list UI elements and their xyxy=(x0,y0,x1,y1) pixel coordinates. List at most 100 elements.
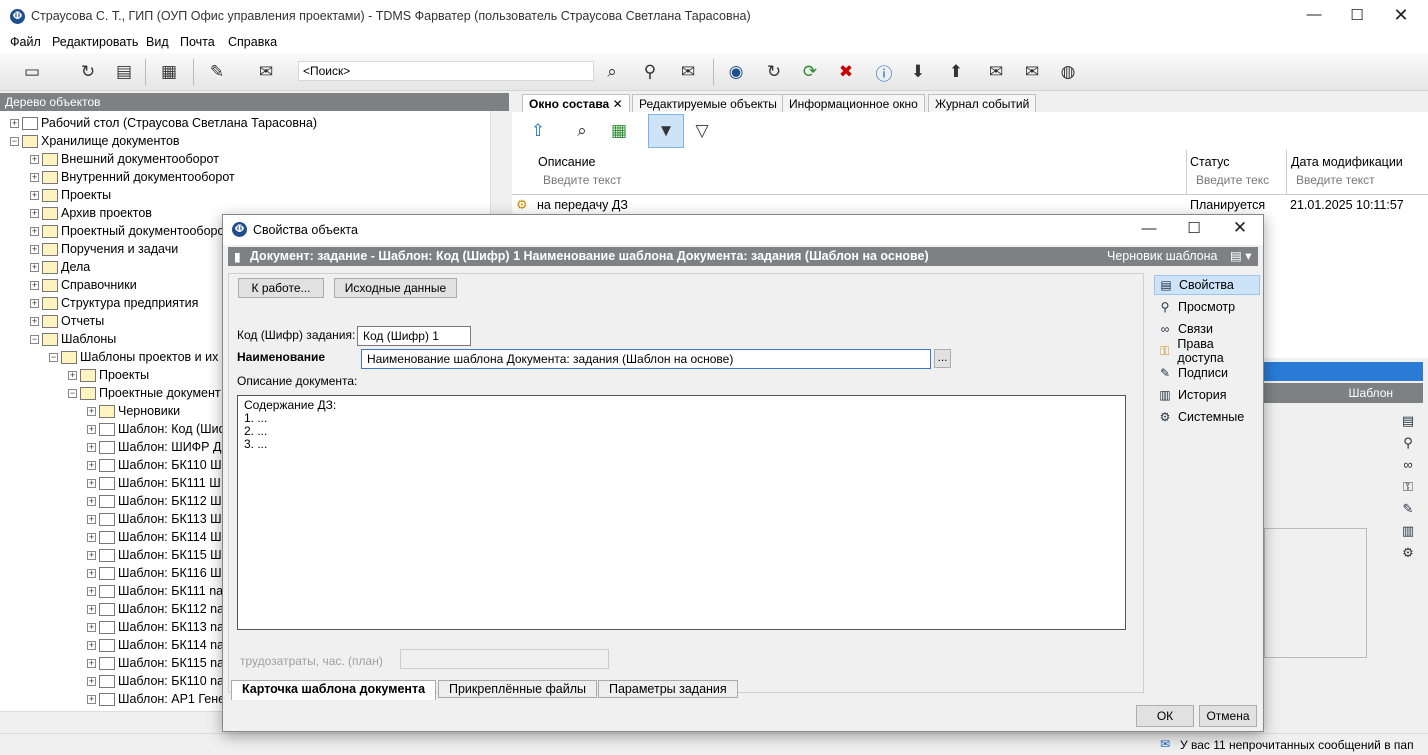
find-in-tree-icon[interactable]: ⌕ xyxy=(570,120,594,142)
to-work-button[interactable]: К работе... xyxy=(238,278,324,298)
filter-status-input[interactable]: Введите текс xyxy=(1196,173,1269,191)
tree-item[interactable]: + Шаблон: Код (Шиф xyxy=(87,420,229,438)
tree-item[interactable]: + Шаблон: ШИФР Д xyxy=(87,438,221,456)
name-browse-button[interactable]: ... xyxy=(934,349,951,368)
tree-item[interactable]: + Шаблон: БК115 Ш xyxy=(87,546,222,564)
tree-item[interactable]: + Архив проектов xyxy=(30,204,152,222)
window-icon[interactable]: ▤ xyxy=(112,61,136,83)
side-properties[interactable]: ▤ Свойства xyxy=(1154,275,1260,295)
tree-item[interactable]: + Шаблон: БК110 na xyxy=(87,672,224,690)
cancel-button[interactable]: Отмена xyxy=(1199,705,1257,727)
edit-mail-icon[interactable]: ✎ xyxy=(205,61,229,83)
unread-messages-status[interactable]: У вас 11 непрочитанных сообщений в пап xyxy=(1180,738,1414,752)
description-textarea[interactable]: Содержание ДЗ: 1. ... 2. ... 3. ... xyxy=(237,395,1126,630)
filter-date-input[interactable]: Введите текст xyxy=(1296,173,1375,191)
new-object-icon[interactable]: ▭ xyxy=(20,61,44,83)
maximize-icon[interactable]: ☐ xyxy=(1337,6,1377,24)
tab-task-parameters[interactable]: Параметры задания xyxy=(598,680,738,698)
tree-item[interactable]: + Шаблон: БК115 na xyxy=(87,654,224,672)
tree-item[interactable]: + Шаблон: БК112 na xyxy=(87,600,224,618)
search-mail-icon[interactable]: ✉ xyxy=(676,61,700,83)
filter-description-input[interactable]: Введите текст xyxy=(543,173,622,191)
info-icon[interactable]: ⓘ xyxy=(872,61,896,84)
tab-template-card[interactable]: Карточка шаблона документа xyxy=(231,680,437,700)
dialog-close-icon[interactable]: ✕ xyxy=(1220,218,1260,238)
tab-info-window[interactable]: Информационное окно xyxy=(782,94,925,112)
tree-item[interactable]: + Шаблон: БК111 Ш xyxy=(87,474,221,492)
side-access-rights[interactable]: ⚿ Права доступа xyxy=(1154,337,1260,365)
tree-item[interactable]: − Проектные документ xyxy=(68,384,221,402)
system-icon[interactable]: ⚙ xyxy=(1398,542,1418,564)
side-signatures[interactable]: ✎ Подписи xyxy=(1154,363,1260,383)
side-preview[interactable]: ⚲ Просмотр xyxy=(1154,297,1260,317)
search-user-icon[interactable]: ⚲ xyxy=(638,61,662,83)
tree-item[interactable]: + Шаблон: БК110 Ш xyxy=(87,456,222,474)
tree-item[interactable]: + Шаблон: БК111 na xyxy=(87,582,223,600)
column-modified-date[interactable]: Дата модификации xyxy=(1291,155,1403,169)
menu-view[interactable]: Вид xyxy=(146,35,169,49)
up-arrow-icon[interactable]: ⇧ xyxy=(526,120,550,142)
history-icon[interactable]: ▥ xyxy=(1398,520,1418,542)
globe-icon[interactable]: ◍ xyxy=(1056,61,1080,83)
tree-item[interactable]: + Черновики xyxy=(87,402,180,420)
send-icon[interactable]: ✉ xyxy=(254,61,278,83)
side-system[interactable]: ⚙ Системные xyxy=(1154,407,1260,427)
menu-file[interactable]: Файл xyxy=(10,35,41,49)
column-description[interactable]: Описание xyxy=(538,155,596,169)
message-icon[interactable]: ✉ xyxy=(984,61,1008,83)
preview-icon[interactable]: ⚲ xyxy=(1398,432,1418,454)
close-icon[interactable]: ✕ xyxy=(1381,5,1421,26)
code-field[interactable]: Код (Шифр) 1 xyxy=(357,326,471,346)
tree-item[interactable]: + Отчеты xyxy=(30,312,104,330)
tree-item[interactable]: + Проекты xyxy=(68,366,149,384)
tree-item[interactable]: + Шаблон: БК114 na xyxy=(87,636,224,654)
properties-icon[interactable]: ▦ xyxy=(157,61,181,83)
tab-attached-files[interactable]: Прикреплённые файлы xyxy=(438,680,598,698)
tree-item[interactable]: + Внешний документооборот xyxy=(30,150,219,168)
menu-edit[interactable]: Редактировать xyxy=(52,35,138,49)
tree-item[interactable]: + Шаблон: БК112 Ш xyxy=(87,492,222,510)
checkin-icon[interactable]: ⬇ xyxy=(906,61,930,83)
tree-item[interactable]: + Структура предприятия xyxy=(30,294,198,312)
table-row[interactable]: ⚙ на передачу ДЗ Планируется 21.01.2025 … xyxy=(512,196,1428,214)
filter-icon[interactable]: ▼ xyxy=(648,114,684,148)
signatures-icon[interactable]: ✎ xyxy=(1398,498,1418,520)
tree-item[interactable]: + Шаблон: БК116 Ш xyxy=(87,564,222,582)
links-icon[interactable]: ∞ xyxy=(1398,454,1418,476)
properties-icon[interactable]: ▤ xyxy=(1398,410,1418,432)
tree-item[interactable]: + Внутренний документооборот xyxy=(30,168,235,186)
clear-filter-icon[interactable]: ▽ xyxy=(690,120,714,142)
state-menu-icon[interactable]: ▤ ▾ xyxy=(1230,248,1252,263)
reload-icon[interactable]: ↻ xyxy=(762,61,786,83)
tree-item[interactable]: + Рабочий стол (Страусова Светлана Тарасо… xyxy=(10,114,317,132)
app-home-icon[interactable]: ◉ xyxy=(724,61,748,83)
tree-item[interactable]: + Шаблон: АР1 Гене xyxy=(87,690,225,708)
access-rights-icon[interactable]: ⚿ xyxy=(1398,476,1418,498)
dialog-minimize-icon[interactable]: — xyxy=(1129,220,1169,237)
search-input[interactable]: <Поиск> xyxy=(298,61,594,81)
tree-item[interactable]: − Хранилище документов xyxy=(10,132,180,150)
labor-field[interactable] xyxy=(400,649,609,669)
cancel-icon[interactable]: ✖ xyxy=(834,61,858,83)
menu-mail[interactable]: Почта xyxy=(180,35,215,49)
tab-edited-objects[interactable]: Редактируемые объекты xyxy=(632,94,784,112)
tab-composition[interactable]: Окно состава ✕ xyxy=(522,94,630,112)
side-links[interactable]: ∞ Связи xyxy=(1154,319,1260,339)
side-history[interactable]: ▥ История xyxy=(1154,385,1260,405)
tab-event-log[interactable]: Журнал событий xyxy=(928,94,1037,112)
column-status[interactable]: Статус xyxy=(1190,155,1230,169)
tree-item[interactable]: − Шаблоны xyxy=(30,330,116,348)
source-data-button[interactable]: Исходные данные xyxy=(334,278,457,298)
name-field[interactable]: Наименование шаблона Документа: задания … xyxy=(361,349,931,369)
tree-item[interactable]: + Шаблон: БК113 na xyxy=(87,618,224,636)
tree-item[interactable]: + Шаблон: БК114 Ш xyxy=(87,528,222,546)
users-sync-icon[interactable]: ⟳ xyxy=(798,61,822,83)
dialog-maximize-icon[interactable]: ☐ xyxy=(1174,219,1214,237)
tree-item[interactable]: + Проектный документооборот xyxy=(30,222,230,240)
refresh-icon[interactable]: ↻ xyxy=(76,61,100,83)
tree-item[interactable]: − Шаблоны проектов и их xyxy=(49,348,218,366)
tree-item[interactable]: + Справочники xyxy=(30,276,137,294)
excel-export-icon[interactable]: ▦ xyxy=(607,120,631,142)
tree-item[interactable]: + Шаблон: БК113 Ш xyxy=(87,510,222,528)
tree-item[interactable]: + Проекты xyxy=(30,186,111,204)
